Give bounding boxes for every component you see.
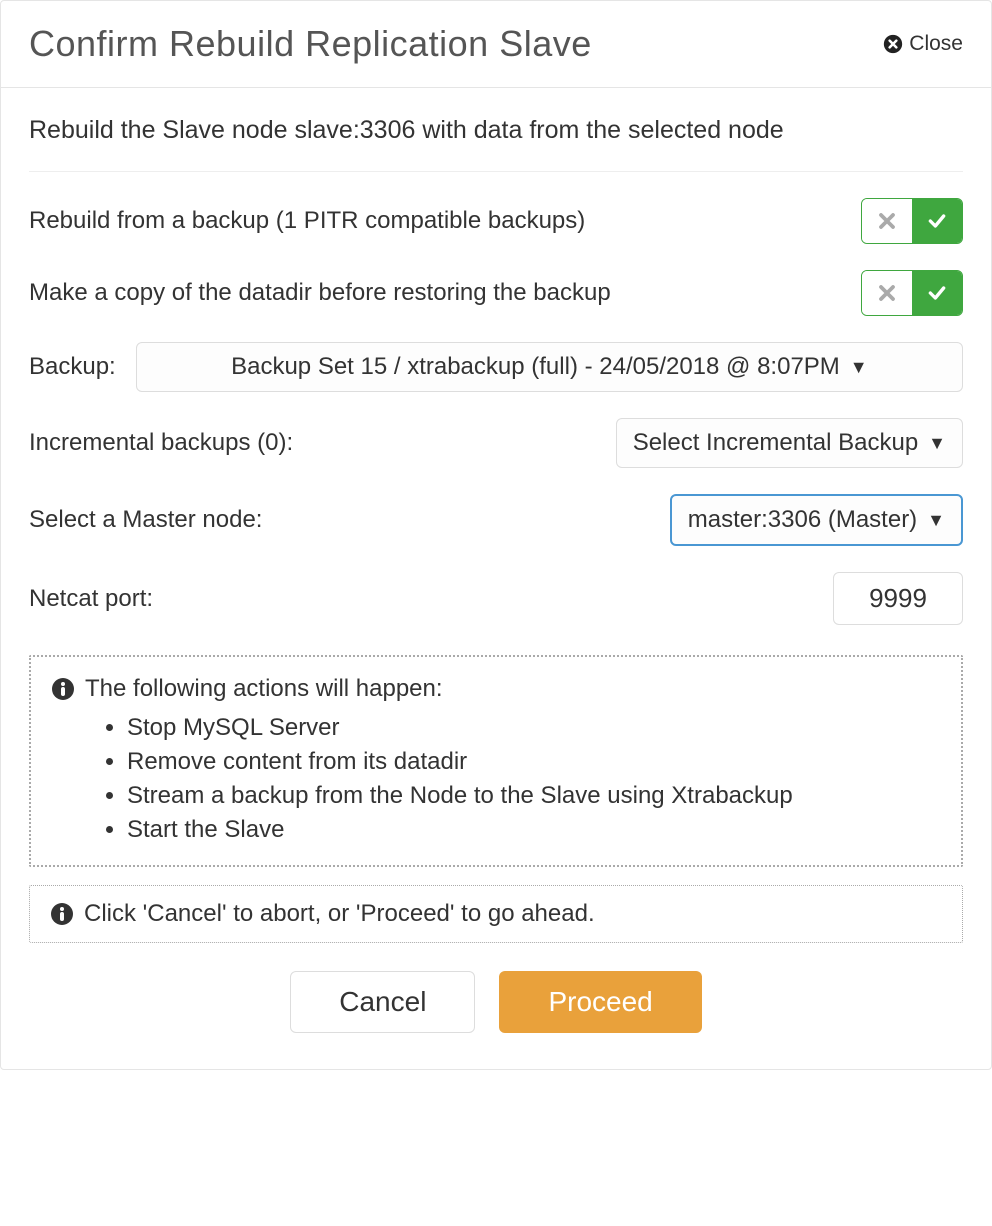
info-icon	[51, 677, 75, 701]
incremental-select[interactable]: Select Incremental Backup ▼	[616, 418, 963, 468]
proceed-button[interactable]: Proceed	[499, 971, 701, 1033]
chevron-down-icon: ▼	[927, 510, 945, 531]
action-item: Remove content from its datadir	[127, 745, 941, 779]
rebuild-from-backup-toggle[interactable]	[861, 198, 963, 244]
master-label: Select a Master node:	[29, 506, 262, 534]
make-copy-toggle[interactable]	[861, 270, 963, 316]
chevron-down-icon: ▼	[850, 357, 868, 378]
actions-info-box: The following actions will happen: Stop …	[29, 655, 963, 867]
incremental-row: Incremental backups (0): Select Incremen…	[29, 418, 963, 468]
toggle-off-button[interactable]	[862, 199, 912, 243]
netcat-port-input[interactable]	[833, 572, 963, 625]
cancel-button[interactable]: Cancel	[290, 971, 475, 1033]
action-item: Stop MySQL Server	[127, 711, 941, 745]
x-icon	[878, 212, 896, 230]
make-copy-row: Make a copy of the datadir before restor…	[29, 270, 963, 316]
close-button[interactable]: Close	[883, 32, 963, 56]
actions-list: Stop MySQL Server Remove content from it…	[51, 711, 941, 847]
rebuild-from-backup-row: Rebuild from a backup (1 PITR compatible…	[29, 198, 963, 244]
make-copy-label: Make a copy of the datadir before restor…	[29, 279, 611, 307]
master-row: Select a Master node: master:3306 (Maste…	[29, 494, 963, 546]
intro-text: Rebuild the Slave node slave:3306 with d…	[29, 116, 963, 172]
backup-selected-value: Backup Set 15 / xtrabackup (full) - 24/0…	[231, 353, 840, 381]
chevron-down-icon: ▼	[928, 433, 946, 454]
close-label: Close	[909, 32, 963, 56]
close-icon	[883, 34, 903, 54]
toggle-off-button[interactable]	[862, 271, 912, 315]
netcat-row: Netcat port:	[29, 572, 963, 625]
check-icon	[927, 283, 947, 303]
actions-header: The following actions will happen:	[51, 675, 941, 703]
x-icon	[878, 284, 896, 302]
backup-label: Backup:	[29, 353, 116, 381]
check-icon	[927, 211, 947, 231]
hint-text: Click 'Cancel' to abort, or 'Proceed' to…	[84, 900, 595, 928]
hint-box: Click 'Cancel' to abort, or 'Proceed' to…	[29, 885, 963, 943]
modal-body: Rebuild the Slave node slave:3306 with d…	[1, 88, 991, 1069]
actions-header-text: The following actions will happen:	[85, 675, 443, 703]
rebuild-slave-modal: Confirm Rebuild Replication Slave Close …	[0, 0, 992, 1070]
backup-select[interactable]: Backup Set 15 / xtrabackup (full) - 24/0…	[136, 342, 963, 392]
rebuild-from-backup-label: Rebuild from a backup (1 PITR compatible…	[29, 207, 585, 235]
action-item: Stream a backup from the Node to the Sla…	[127, 779, 941, 813]
backup-row: Backup: Backup Set 15 / xtrabackup (full…	[29, 342, 963, 392]
modal-title: Confirm Rebuild Replication Slave	[29, 23, 592, 65]
action-item: Start the Slave	[127, 813, 941, 847]
master-selected-value: master:3306 (Master)	[688, 506, 917, 534]
modal-header: Confirm Rebuild Replication Slave Close	[1, 1, 991, 88]
toggle-on-button[interactable]	[912, 271, 962, 315]
master-select[interactable]: master:3306 (Master) ▼	[670, 494, 963, 546]
netcat-label: Netcat port:	[29, 585, 153, 613]
incremental-selected-value: Select Incremental Backup	[633, 429, 918, 457]
info-icon	[50, 902, 74, 926]
toggle-on-button[interactable]	[912, 199, 962, 243]
incremental-label: Incremental backups (0):	[29, 429, 293, 457]
button-row: Cancel Proceed	[29, 971, 963, 1069]
